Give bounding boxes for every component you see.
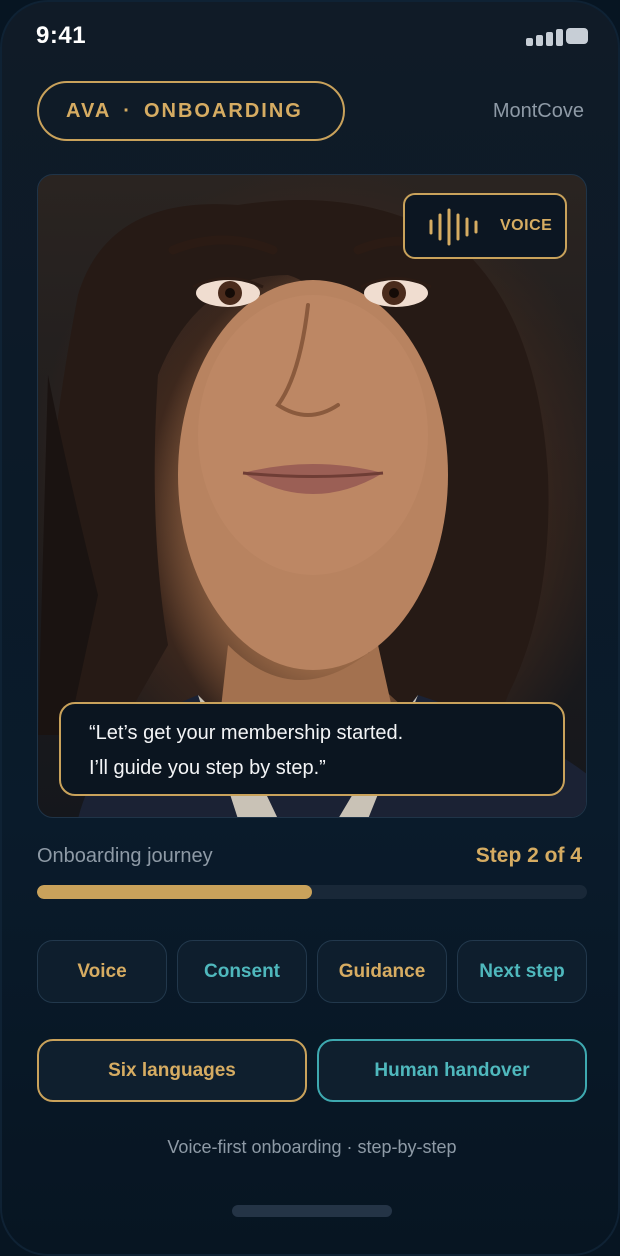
phone-frame: 9:41 AVA · ONBOARDING MontCove VOICE “Le… [0, 0, 620, 1256]
header-separator: · [123, 99, 132, 122]
journey-label: Onboarding journey [37, 845, 213, 867]
journey-progress-bar [37, 885, 587, 899]
journey-progress-fill [37, 885, 312, 899]
chip-label: Voice [77, 960, 127, 982]
home-indicator[interactable] [232, 1205, 392, 1217]
brand-name: MontCove [492, 100, 584, 122]
section-name: ONBOARDING [143, 99, 303, 122]
assistant-caption: “Let’s get your membership started. I’ll… [59, 702, 565, 796]
footer-tagline: Voice-first onboarding · step-by-step [167, 1137, 457, 1157]
status-bar: 9:41 [2, 2, 618, 72]
chip-label: Guidance [338, 960, 426, 982]
chip-next-step[interactable]: Next step [457, 940, 587, 1003]
chip-label: Next step [479, 960, 565, 982]
chip-voice[interactable]: Voice [37, 940, 167, 1003]
chip-guidance[interactable]: Guidance [317, 940, 447, 1003]
status-time: 9:41 [36, 22, 87, 49]
voice-mode-badge[interactable]: VOICE [403, 193, 567, 259]
chip-label: Consent [204, 960, 280, 982]
voice-wave-icon [429, 208, 478, 246]
assistant-name: AVA [66, 99, 112, 122]
signal-battery-icon [526, 26, 588, 46]
caption-line: “Let’s get your membership started. [89, 722, 404, 744]
journey-step-counter: Step 2 of 4 [475, 844, 582, 867]
caption-line: I’ll guide you step by step.” [89, 757, 326, 779]
human-handover-button[interactable]: Human handover [317, 1039, 587, 1102]
voice-badge-label: VOICE [500, 217, 553, 234]
chip-consent[interactable]: Consent [177, 940, 307, 1003]
six-languages-button[interactable]: Six languages [37, 1039, 307, 1102]
assistant-mode-pill[interactable]: AVA · ONBOARDING [37, 81, 345, 141]
